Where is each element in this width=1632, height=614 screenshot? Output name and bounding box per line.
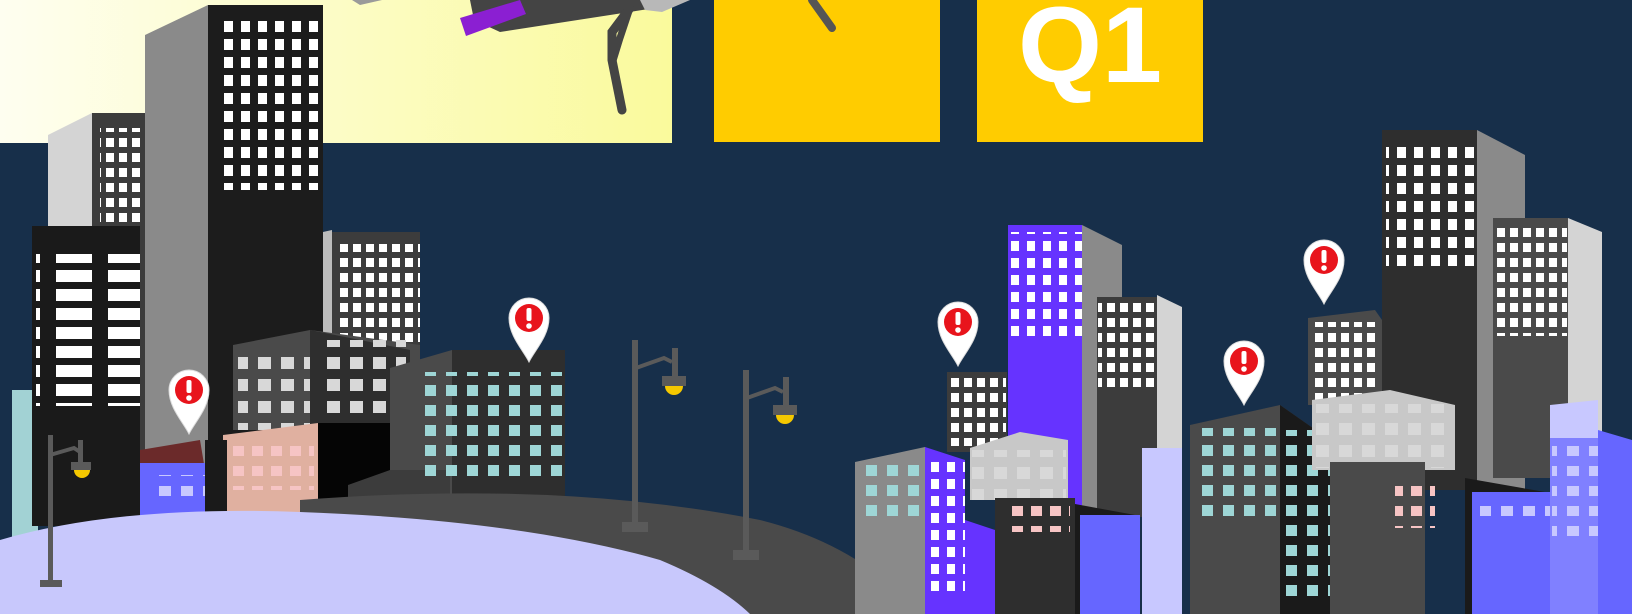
alert-pin-icon <box>1303 239 1345 306</box>
alert-pin-icon <box>1223 340 1265 407</box>
quarter-label: Q1 <box>1018 0 1162 105</box>
city-skyline-illustration: Q1 <box>0 0 1632 614</box>
alert-pin-icon <box>937 301 979 368</box>
